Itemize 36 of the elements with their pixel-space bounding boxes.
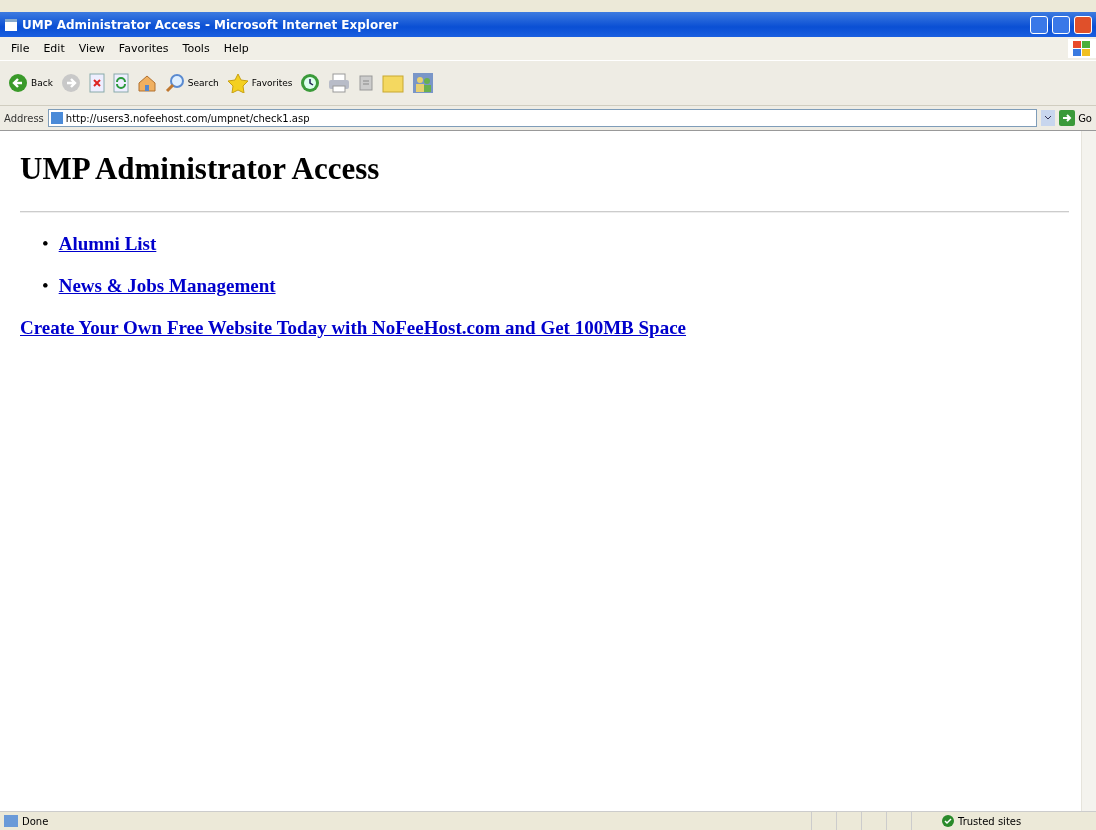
- star-icon: [226, 73, 249, 93]
- menu-item[interactable]: Help: [216, 42, 256, 55]
- page-link[interactable]: Alumni List: [58, 233, 157, 255]
- windows-logo-icon: [1073, 40, 1091, 57]
- search-button[interactable]: Search: [164, 73, 219, 93]
- search-icon: [164, 73, 185, 93]
- address-field[interactable]: http://users3.nofeehost.com/umpnet/check1.asp: [47, 109, 1038, 127]
- page-heading: UMP Administrator Access: [20, 151, 381, 187]
- messenger-button[interactable]: [412, 72, 435, 94]
- favorites-button[interactable]: Favorites: [226, 73, 293, 93]
- page-icon: [4, 815, 18, 827]
- print-button[interactable]: [328, 73, 351, 93]
- bullet: •: [42, 233, 49, 255]
- menu-item[interactable]: File: [4, 42, 37, 55]
- page-icon: [50, 112, 63, 124]
- refresh-button[interactable]: [112, 73, 129, 93]
- bullet: •: [42, 275, 49, 297]
- checkmark-icon: [942, 815, 954, 827]
- window-title: UMP Administrator Access - Microsoft Internet Explorer: [22, 17, 400, 32]
- status-text: Done: [22, 815, 49, 827]
- browser-icon: [4, 17, 18, 32]
- page-link[interactable]: News & Jobs Management: [58, 275, 276, 297]
- menu-item[interactable]: Tools: [175, 42, 217, 55]
- address-label: Address: [4, 112, 44, 124]
- stop-button[interactable]: [88, 73, 105, 93]
- security-zone: Trusted sites: [958, 815, 1022, 827]
- website-link[interactable]: Create Your Own Free Website Today with NoFeeHost.com and Get 100MB Space: [20, 317, 687, 338]
- history-button[interactable]: [300, 73, 321, 93]
- menu-item[interactable]: View: [71, 42, 112, 55]
- home-button[interactable]: [136, 73, 157, 93]
- back-button[interactable]: Back: [8, 73, 53, 93]
- close-button[interactable]: [1074, 15, 1092, 34]
- forward-button[interactable]: [60, 73, 81, 93]
- menu-item[interactable]: Edit: [36, 42, 72, 55]
- menu-item[interactable]: Favorites: [111, 42, 176, 55]
- edit-button[interactable]: [358, 74, 375, 92]
